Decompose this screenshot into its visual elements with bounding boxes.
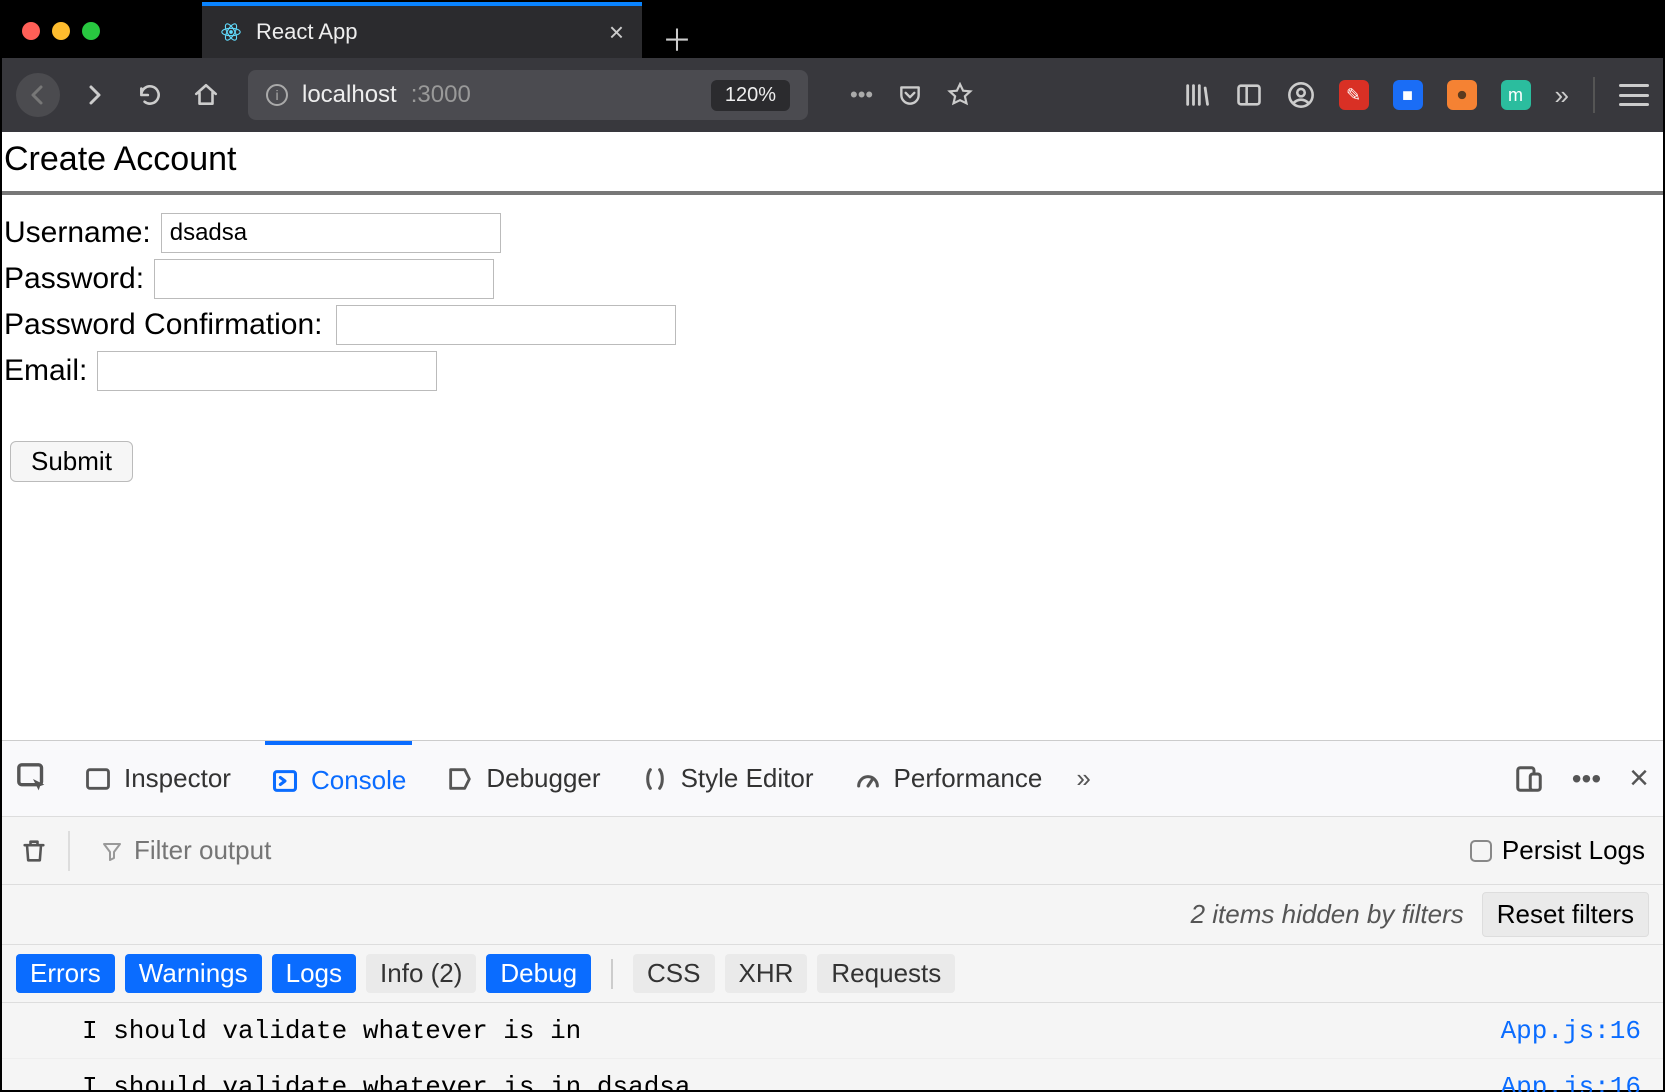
- devtools-menu-icon[interactable]: •••: [1572, 763, 1601, 795]
- filter-info[interactable]: Info (2): [366, 954, 476, 993]
- devtools-panel: Inspector Console Debugger Style Editor …: [2, 740, 1663, 1090]
- url-port: :3000: [411, 81, 471, 109]
- library-icon[interactable]: [1183, 81, 1211, 109]
- close-devtools-icon[interactable]: ×: [1629, 759, 1649, 798]
- clear-console-icon[interactable]: [20, 837, 48, 865]
- persist-label: Persist Logs: [1502, 835, 1645, 866]
- separator: [1593, 77, 1595, 113]
- element-picker-icon[interactable]: [16, 762, 50, 796]
- devtools-tabs: Inspector Console Debugger Style Editor …: [2, 741, 1663, 817]
- maximize-window-icon[interactable]: [82, 22, 100, 40]
- page-title: Create Account: [2, 132, 1663, 191]
- password-label: Password:: [4, 262, 144, 296]
- create-account-form: Username: Password: Password Confirmatio…: [2, 213, 1663, 482]
- responsive-mode-icon[interactable]: [1514, 764, 1544, 794]
- filter-xhr[interactable]: XHR: [725, 954, 808, 993]
- log-message: I should validate whatever is in dsadsa: [82, 1072, 691, 1092]
- email-input[interactable]: [97, 351, 437, 391]
- tab-inspector[interactable]: Inspector: [78, 741, 237, 816]
- pocket-icon[interactable]: [897, 82, 923, 108]
- forward-button[interactable]: [72, 73, 116, 117]
- extension-icon[interactable]: ✎: [1339, 80, 1369, 110]
- tab-style-editor[interactable]: Style Editor: [635, 741, 820, 816]
- console-log-list: I should validate whatever is in App.js:…: [2, 1003, 1663, 1092]
- tab-label: Style Editor: [681, 763, 814, 794]
- console-toolbar: Persist Logs: [2, 817, 1663, 885]
- tab-label: Debugger: [486, 763, 600, 794]
- tab-title: React App: [256, 19, 358, 45]
- log-message: I should validate whatever is in: [82, 1016, 581, 1046]
- extension-icon[interactable]: [1447, 80, 1477, 110]
- back-button[interactable]: [16, 73, 60, 117]
- filter-debug[interactable]: Debug: [486, 954, 591, 993]
- close-tab-icon[interactable]: ×: [609, 17, 624, 48]
- home-button[interactable]: [184, 73, 228, 117]
- account-icon[interactable]: [1287, 81, 1315, 109]
- filter-input[interactable]: [134, 835, 434, 866]
- tab-label: Console: [311, 765, 406, 796]
- filter-box[interactable]: [100, 835, 434, 866]
- filter-status-row: 2 items hidden by filters Reset filters: [2, 885, 1663, 945]
- filter-pills-row: Errors Warnings Logs Info (2) Debug CSS …: [2, 945, 1663, 1003]
- password-confirmation-input[interactable]: [336, 305, 676, 345]
- filter-warnings[interactable]: Warnings: [125, 954, 262, 993]
- tab-debugger[interactable]: Debugger: [440, 741, 606, 816]
- tab-label: Performance: [894, 763, 1043, 794]
- console-log-row[interactable]: I should validate whatever is in dsadsa …: [2, 1059, 1663, 1092]
- password-input[interactable]: [154, 259, 494, 299]
- filter-errors[interactable]: Errors: [16, 954, 115, 993]
- window-controls: [22, 22, 100, 40]
- email-label: Email:: [4, 354, 87, 388]
- menu-icon[interactable]: [1619, 84, 1649, 106]
- tab-label: Inspector: [124, 763, 231, 794]
- extension-icon[interactable]: m: [1501, 80, 1531, 110]
- url-input[interactable]: i localhost :3000 120%: [248, 70, 808, 120]
- reset-filters-button[interactable]: Reset filters: [1482, 892, 1649, 937]
- console-log-row[interactable]: I should validate whatever is in App.js:…: [2, 1003, 1663, 1059]
- zoom-badge[interactable]: 120%: [711, 80, 790, 111]
- address-bar: i localhost :3000 120% ••• ✎ ■ m »: [2, 58, 1663, 132]
- separator: [611, 959, 613, 989]
- overflow-icon[interactable]: »: [1555, 80, 1569, 111]
- divider: [2, 191, 1663, 195]
- reload-button[interactable]: [128, 73, 172, 117]
- submit-button[interactable]: Submit: [10, 441, 133, 482]
- close-window-icon[interactable]: [22, 22, 40, 40]
- extension-icon[interactable]: ■: [1393, 80, 1423, 110]
- tab-performance[interactable]: Performance: [848, 741, 1049, 816]
- browser-chrome: React App × ＋ i localhost :3000 120%: [2, 2, 1663, 132]
- tab-console[interactable]: Console: [265, 741, 412, 816]
- react-icon: [220, 21, 242, 43]
- bookmark-icon[interactable]: [947, 82, 973, 108]
- username-input[interactable]: [161, 213, 501, 253]
- site-info-icon[interactable]: i: [266, 84, 288, 106]
- filter-css[interactable]: CSS: [633, 954, 714, 993]
- filter-logs[interactable]: Logs: [272, 954, 356, 993]
- hidden-items-text: 2 items hidden by filters: [1191, 899, 1464, 930]
- persist-checkbox[interactable]: [1470, 840, 1492, 862]
- log-source[interactable]: App.js:16: [1501, 1072, 1641, 1092]
- tabs-overflow-icon[interactable]: »: [1076, 763, 1090, 794]
- separator: [68, 831, 70, 871]
- filter-requests[interactable]: Requests: [817, 954, 955, 993]
- filter-icon: [100, 839, 124, 863]
- password-confirmation-label: Password Confirmation:: [4, 308, 322, 342]
- log-source[interactable]: App.js:16: [1501, 1016, 1641, 1046]
- persist-logs[interactable]: Persist Logs: [1470, 835, 1645, 866]
- page-actions-icon[interactable]: •••: [850, 82, 873, 108]
- username-label: Username:: [4, 216, 151, 250]
- sidebar-icon[interactable]: [1235, 81, 1263, 109]
- url-host: localhost: [302, 81, 397, 109]
- minimize-window-icon[interactable]: [52, 22, 70, 40]
- new-tab-button[interactable]: ＋: [662, 16, 692, 60]
- browser-tab[interactable]: React App ×: [202, 2, 642, 58]
- page-content: Create Account Username: Password: Passw…: [2, 132, 1663, 1090]
